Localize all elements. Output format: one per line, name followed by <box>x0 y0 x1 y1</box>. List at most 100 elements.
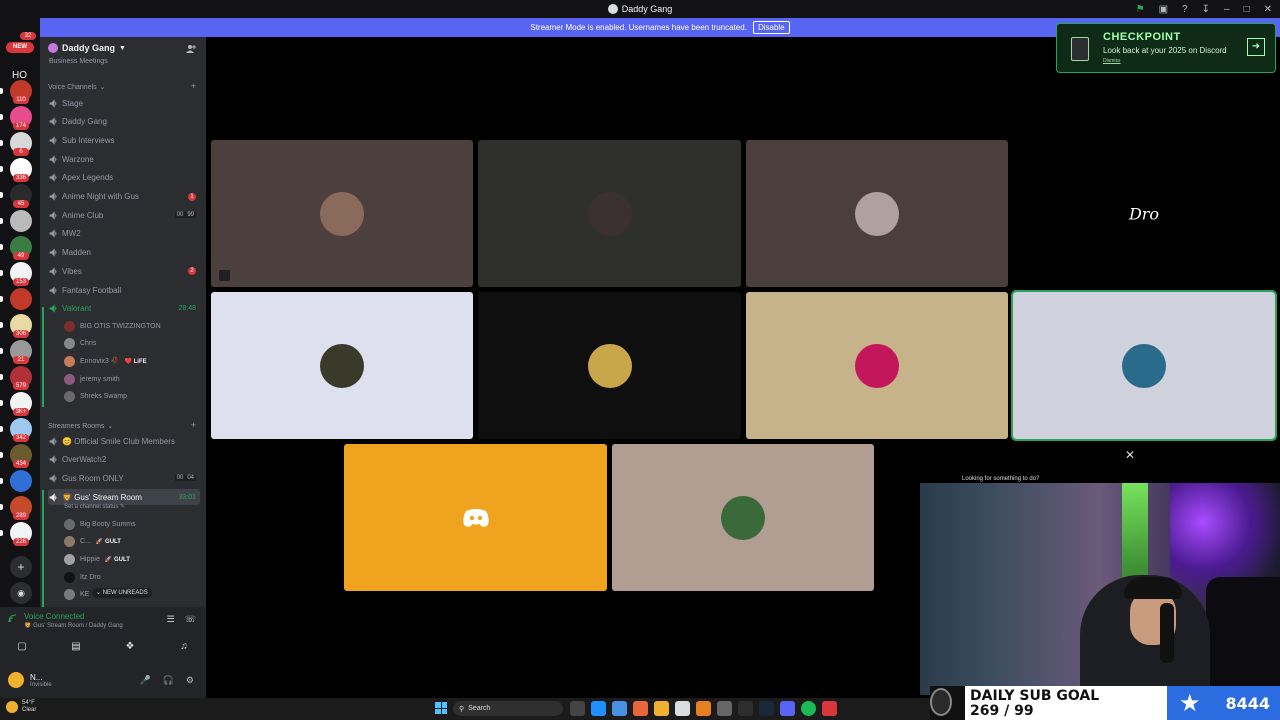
server-icon[interactable] <box>10 288 32 310</box>
voice-channel[interactable]: Gus Room ONLY 00 04 <box>48 470 200 486</box>
voice-member[interactable]: Shreks Swamp <box>64 389 200 405</box>
server-badge: 336 <box>13 174 29 182</box>
disable-streamer-mode-button[interactable]: Disable <box>752 21 790 34</box>
flag-icon[interactable]: ⚑ <box>1136 4 1145 15</box>
download-icon[interactable]: ↧ <box>1202 4 1210 15</box>
voice-member[interactable]: Itz Dro <box>64 569 200 585</box>
voice-channel[interactable]: MW2 <box>48 226 200 242</box>
windows-start-icon[interactable] <box>435 702 447 714</box>
voice-channel[interactable]: Daddy Gang <box>48 114 200 130</box>
avatar[interactable] <box>8 672 24 688</box>
voice-channel[interactable]: Anime Night with Gus 1 <box>48 189 200 205</box>
partial-channel[interactable]: Business Meetings <box>48 57 200 65</box>
minimize-button[interactable]: – <box>1224 4 1230 15</box>
discover-icon[interactable]: ◉ <box>10 582 32 604</box>
copilot-icon[interactable] <box>612 701 627 716</box>
file-explorer-icon[interactable] <box>654 701 669 716</box>
voice-location[interactable]: 🦁 Gus' Stream Room / Daddy Gang <box>24 622 123 629</box>
screen-share-icon[interactable]: ▣ <box>1159 4 1168 15</box>
speaker-icon <box>49 210 57 220</box>
edge-icon[interactable] <box>591 701 606 716</box>
help-icon[interactable]: ? <box>1182 4 1188 15</box>
voice-channel[interactable]: Valorant 28:48 <box>48 301 200 317</box>
steam-icon[interactable] <box>759 701 774 716</box>
arrow-right-icon[interactable]: ➜ <box>1247 38 1265 56</box>
video-tile[interactable] <box>211 140 473 287</box>
app-icon[interactable] <box>717 701 732 716</box>
disconnect-icon[interactable]: ☏ <box>185 614 196 625</box>
taskbar-search[interactable]: ⚲ Search <box>453 701 563 716</box>
app-icon[interactable] <box>696 701 711 716</box>
voice-member[interactable]: Chris <box>64 336 200 352</box>
screen-share-icon[interactable]: ▤ <box>60 637 92 655</box>
voice-member[interactable]: Big Booty Summs <box>64 516 200 532</box>
headset-icon[interactable]: 🎧 <box>163 675 174 686</box>
video-tile[interactable] <box>344 444 607 591</box>
stream-preview-icon[interactable] <box>219 270 230 281</box>
voice-channel[interactable]: Fantasy Football <box>48 282 200 298</box>
voice-member[interactable]: Hippie 🚀 GULT <box>64 551 200 567</box>
voice-channels-category[interactable]: Voice Channels ⌄ <box>48 83 106 92</box>
server-icon[interactable] <box>10 210 32 232</box>
create-channel-icon[interactable]: + <box>191 420 196 430</box>
app-icon[interactable] <box>738 701 753 716</box>
voice-channel[interactable]: Apex Legends <box>48 170 200 186</box>
channel-name: Daddy Gang <box>62 117 107 127</box>
noise-suppression-icon[interactable]: ☰ <box>167 614 175 625</box>
voice-member[interactable]: BIG OTIS TWIZZINGTON <box>64 318 200 334</box>
video-tile[interactable] <box>211 292 473 439</box>
new-pill[interactable]: NEW <box>6 42 34 53</box>
video-tile[interactable] <box>746 292 1008 439</box>
signal-icon[interactable] <box>8 614 18 623</box>
server-badge: 3K+ <box>13 408 29 416</box>
notepad-icon[interactable] <box>675 701 690 716</box>
voice-channel[interactable]: Sub Interviews <box>48 132 200 148</box>
checkpoint-promo[interactable]: CHECKPOINT Look back at your 2025 on Dis… <box>1056 23 1276 73</box>
soundboard-icon[interactable]: ♫ <box>168 637 200 655</box>
streamers-rooms-category[interactable]: Streamers Rooms ⌄ <box>48 422 114 431</box>
close-button[interactable]: ✕ <box>1264 4 1272 15</box>
video-tile[interactable] <box>1011 290 1277 441</box>
settings-gear-icon[interactable]: ⚙ <box>186 675 194 686</box>
video-tile[interactable] <box>478 292 741 439</box>
activities-icon[interactable]: ❖ <box>114 637 146 655</box>
channel-status[interactable]: Set a channel status ✎ <box>64 503 125 510</box>
chevron-down-icon: ⌄ <box>107 423 114 430</box>
voice-channel[interactable]: 😊 Official Smile Club Members <box>48 433 200 449</box>
add-member-icon[interactable] <box>186 44 196 53</box>
unread-indicator <box>0 270 3 276</box>
voice-member[interactable]: jeremy smith <box>64 371 200 387</box>
microphone <box>1160 603 1174 663</box>
server-header[interactable]: Daddy Gang ▼ <box>40 37 206 59</box>
new-unreads-pill[interactable]: ⌄ NEW UNREADS <box>92 588 152 598</box>
user-info[interactable]: N... Invisible <box>30 673 52 688</box>
voice-channel[interactable]: Vibes 2 <box>48 263 200 279</box>
camera-off-icon[interactable]: ▢ <box>6 637 38 655</box>
voice-status[interactable]: Voice Connected <box>24 612 85 621</box>
video-tile[interactable] <box>612 444 874 591</box>
voice-channel[interactable]: Warzone <box>48 151 200 167</box>
microphone-icon[interactable]: 🎤 <box>139 675 150 686</box>
voice-member[interactable]: Ennovix3 🥀 ❤️ LiFE <box>64 353 200 369</box>
video-tile[interactable] <box>478 140 741 287</box>
weather-widget[interactable]: 54°F Clear <box>6 700 36 714</box>
maximize-button[interactable]: □ <box>1244 4 1250 15</box>
voice-channel[interactable]: Stage <box>48 95 200 111</box>
checkpoint-dismiss[interactable]: Dismiss <box>1103 58 1121 64</box>
spotify-icon[interactable] <box>801 701 816 716</box>
video-tile[interactable]: Dro <box>1013 140 1275 287</box>
video-tile[interactable] <box>746 140 1008 287</box>
obs-icon[interactable] <box>822 701 837 716</box>
create-channel-icon[interactable]: + <box>191 81 196 91</box>
discord-icon[interactable] <box>780 701 795 716</box>
task-view-icon[interactable] <box>570 701 585 716</box>
voice-member[interactable]: C... 🚀 GULT <box>64 534 200 550</box>
add-server-icon[interactable]: + <box>10 556 32 578</box>
voice-channel[interactable]: OverWatch2 <box>48 452 200 468</box>
voice-channel[interactable]: Madden <box>48 245 200 261</box>
member-tag: ❤️ LiFE <box>124 358 147 365</box>
voice-channel[interactable]: Anime Club 00 99 <box>48 207 200 223</box>
close-icon[interactable]: ✕ <box>1125 448 1135 462</box>
firefox-icon[interactable] <box>633 701 648 716</box>
server-icon[interactable] <box>10 470 32 492</box>
